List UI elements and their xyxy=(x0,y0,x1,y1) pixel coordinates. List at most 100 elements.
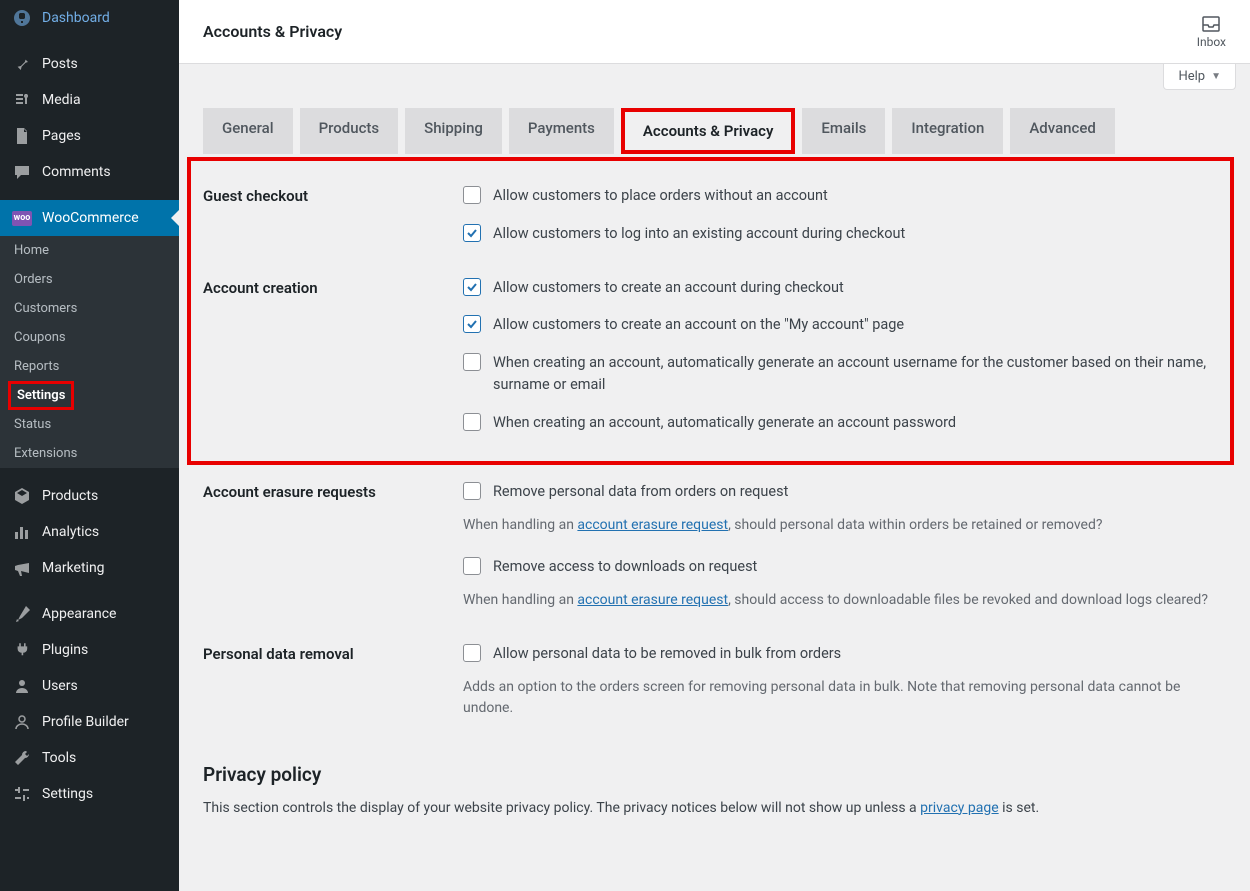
tab-shipping[interactable]: Shipping xyxy=(405,108,502,154)
sidebar-item-label: Users xyxy=(42,678,78,694)
sidebar-item-label: Media xyxy=(42,92,81,108)
dashboard-icon xyxy=(12,8,32,28)
generate-password-checkbox[interactable] xyxy=(463,413,481,431)
guest-orders-checkbox[interactable] xyxy=(463,186,481,204)
highlighted-section: Guest checkout Allow customers to place … xyxy=(187,157,1234,465)
sidebar-item-media[interactable]: Media xyxy=(0,82,179,118)
sidebar-item-label: Dashboard xyxy=(42,10,110,26)
submenu-item-home[interactable]: Home xyxy=(0,236,179,265)
sidebar-item-appearance[interactable]: Appearance xyxy=(0,596,179,632)
inbox-icon xyxy=(1201,15,1221,33)
tab-emails[interactable]: Emails xyxy=(802,108,885,154)
tab-integration[interactable]: Integration xyxy=(892,108,1003,154)
wrench-icon xyxy=(12,748,32,768)
page-title: Accounts & Privacy xyxy=(203,22,342,41)
guest-checkout-label: Guest checkout xyxy=(203,185,463,205)
sidebar-item-label: Products xyxy=(42,488,98,504)
sidebar-item-dashboard[interactable]: Dashboard xyxy=(0,0,179,36)
sidebar-item-tools[interactable]: Tools xyxy=(0,740,179,776)
help-label: Help xyxy=(1178,69,1205,84)
sliders-icon xyxy=(12,784,32,804)
settings-tabs: General Products Shipping Payments Accou… xyxy=(203,108,1226,154)
guest-checkout-row: Guest checkout Allow customers to place … xyxy=(203,169,1218,261)
checkbox-label: When creating an account, automatically … xyxy=(493,412,956,434)
sidebar-item-plugins[interactable]: Plugins xyxy=(0,632,179,668)
woocommerce-submenu: Home Orders Customers Coupons Reports Se… xyxy=(0,236,179,468)
sidebar-item-label: Analytics xyxy=(42,524,99,540)
page-icon xyxy=(12,126,32,146)
erasure-request-link[interactable]: account erasure request xyxy=(577,517,728,533)
help-tab[interactable]: Help ▼ xyxy=(1163,64,1236,90)
tab-products[interactable]: Products xyxy=(300,108,399,154)
woocommerce-icon: woo xyxy=(12,208,32,228)
sidebar-item-label: Profile Builder xyxy=(42,714,129,730)
comment-icon xyxy=(12,162,32,182)
removal-desc: Adds an option to the orders screen for … xyxy=(463,677,1226,719)
submenu-item-customers[interactable]: Customers xyxy=(0,294,179,323)
checkbox-label: Remove personal data from orders on requ… xyxy=(493,481,788,503)
pin-icon xyxy=(12,54,32,74)
main-content: Accounts & Privacy Inbox Help ▼ General … xyxy=(179,0,1250,891)
remove-downloads-checkbox[interactable] xyxy=(463,557,481,575)
sidebar-item-label: WooCommerce xyxy=(42,210,139,226)
profile-icon xyxy=(12,712,32,732)
remove-order-data-checkbox[interactable] xyxy=(463,482,481,500)
sidebar-item-label: Settings xyxy=(42,786,93,802)
submenu-item-reports[interactable]: Reports xyxy=(0,352,179,381)
submenu-item-settings[interactable]: Settings xyxy=(8,381,74,410)
sidebar-item-analytics[interactable]: Analytics xyxy=(0,514,179,550)
login-checkout-checkbox[interactable] xyxy=(463,224,481,242)
personal-data-removal-row: Personal data removal Allow personal dat… xyxy=(203,627,1226,735)
sidebar-item-users[interactable]: Users xyxy=(0,668,179,704)
bulk-remove-checkbox[interactable] xyxy=(463,644,481,662)
sidebar-item-label: Posts xyxy=(42,56,78,72)
create-account-checkout-checkbox[interactable] xyxy=(463,278,481,296)
admin-sidebar: Dashboard Posts Media Pages Comments woo… xyxy=(0,0,179,891)
sidebar-item-label: Pages xyxy=(42,128,81,144)
sidebar-item-profile-builder[interactable]: Profile Builder xyxy=(0,704,179,740)
tab-accounts-privacy[interactable]: Accounts & Privacy xyxy=(621,108,796,154)
erasure-desc-2: When handling an account erasure request… xyxy=(463,590,1226,611)
tab-general[interactable]: General xyxy=(203,108,293,154)
bar-chart-icon xyxy=(12,522,32,542)
privacy-page-link[interactable]: privacy page xyxy=(920,800,999,816)
inbox-button[interactable]: Inbox xyxy=(1197,15,1226,49)
brush-icon xyxy=(12,604,32,624)
submenu-item-extensions[interactable]: Extensions xyxy=(0,439,179,468)
sidebar-item-pages[interactable]: Pages xyxy=(0,118,179,154)
checkbox-label: Allow customers to log into an existing … xyxy=(493,223,905,245)
personal-data-removal-label: Personal data removal xyxy=(203,643,463,663)
sidebar-item-woocommerce[interactable]: woo WooCommerce xyxy=(0,200,179,236)
sidebar-item-products[interactable]: Products xyxy=(0,478,179,514)
checkbox-label: Allow customers to create an account on … xyxy=(493,314,904,336)
sidebar-item-label: Appearance xyxy=(42,606,116,622)
checkbox-label: Allow customers to create an account dur… xyxy=(493,277,844,299)
checkbox-label: Allow personal data to be removed in bul… xyxy=(493,643,841,665)
user-icon xyxy=(12,676,32,696)
topbar: Accounts & Privacy Inbox xyxy=(179,0,1250,64)
submenu-item-coupons[interactable]: Coupons xyxy=(0,323,179,352)
create-account-myaccount-checkbox[interactable] xyxy=(463,315,481,333)
megaphone-icon xyxy=(12,558,32,578)
sidebar-item-label: Marketing xyxy=(42,560,105,576)
erasure-request-link[interactable]: account erasure request xyxy=(577,592,728,608)
sidebar-item-marketing[interactable]: Marketing xyxy=(0,550,179,586)
tab-payments[interactable]: Payments xyxy=(509,108,614,154)
sidebar-item-comments[interactable]: Comments xyxy=(0,154,179,190)
sidebar-item-posts[interactable]: Posts xyxy=(0,46,179,82)
privacy-policy-desc: This section controls the display of you… xyxy=(203,800,1226,816)
checkbox-label: Remove access to downloads on request xyxy=(493,556,757,578)
erasure-requests-label: Account erasure requests xyxy=(203,481,463,501)
submenu-item-orders[interactable]: Orders xyxy=(0,265,179,294)
generate-username-checkbox[interactable] xyxy=(463,353,481,371)
account-creation-row: Account creation Allow customers to crea… xyxy=(203,261,1218,450)
erasure-requests-row: Account erasure requests Remove personal… xyxy=(203,465,1226,627)
inbox-label: Inbox xyxy=(1197,35,1226,49)
sidebar-item-label: Plugins xyxy=(42,642,88,658)
tab-advanced[interactable]: Advanced xyxy=(1010,108,1114,154)
box-icon xyxy=(12,486,32,506)
sidebar-item-settings[interactable]: Settings xyxy=(0,776,179,812)
submenu-item-status[interactable]: Status xyxy=(0,410,179,439)
sidebar-item-label: Comments xyxy=(42,164,111,180)
checkbox-label: Allow customers to place orders without … xyxy=(493,185,828,207)
